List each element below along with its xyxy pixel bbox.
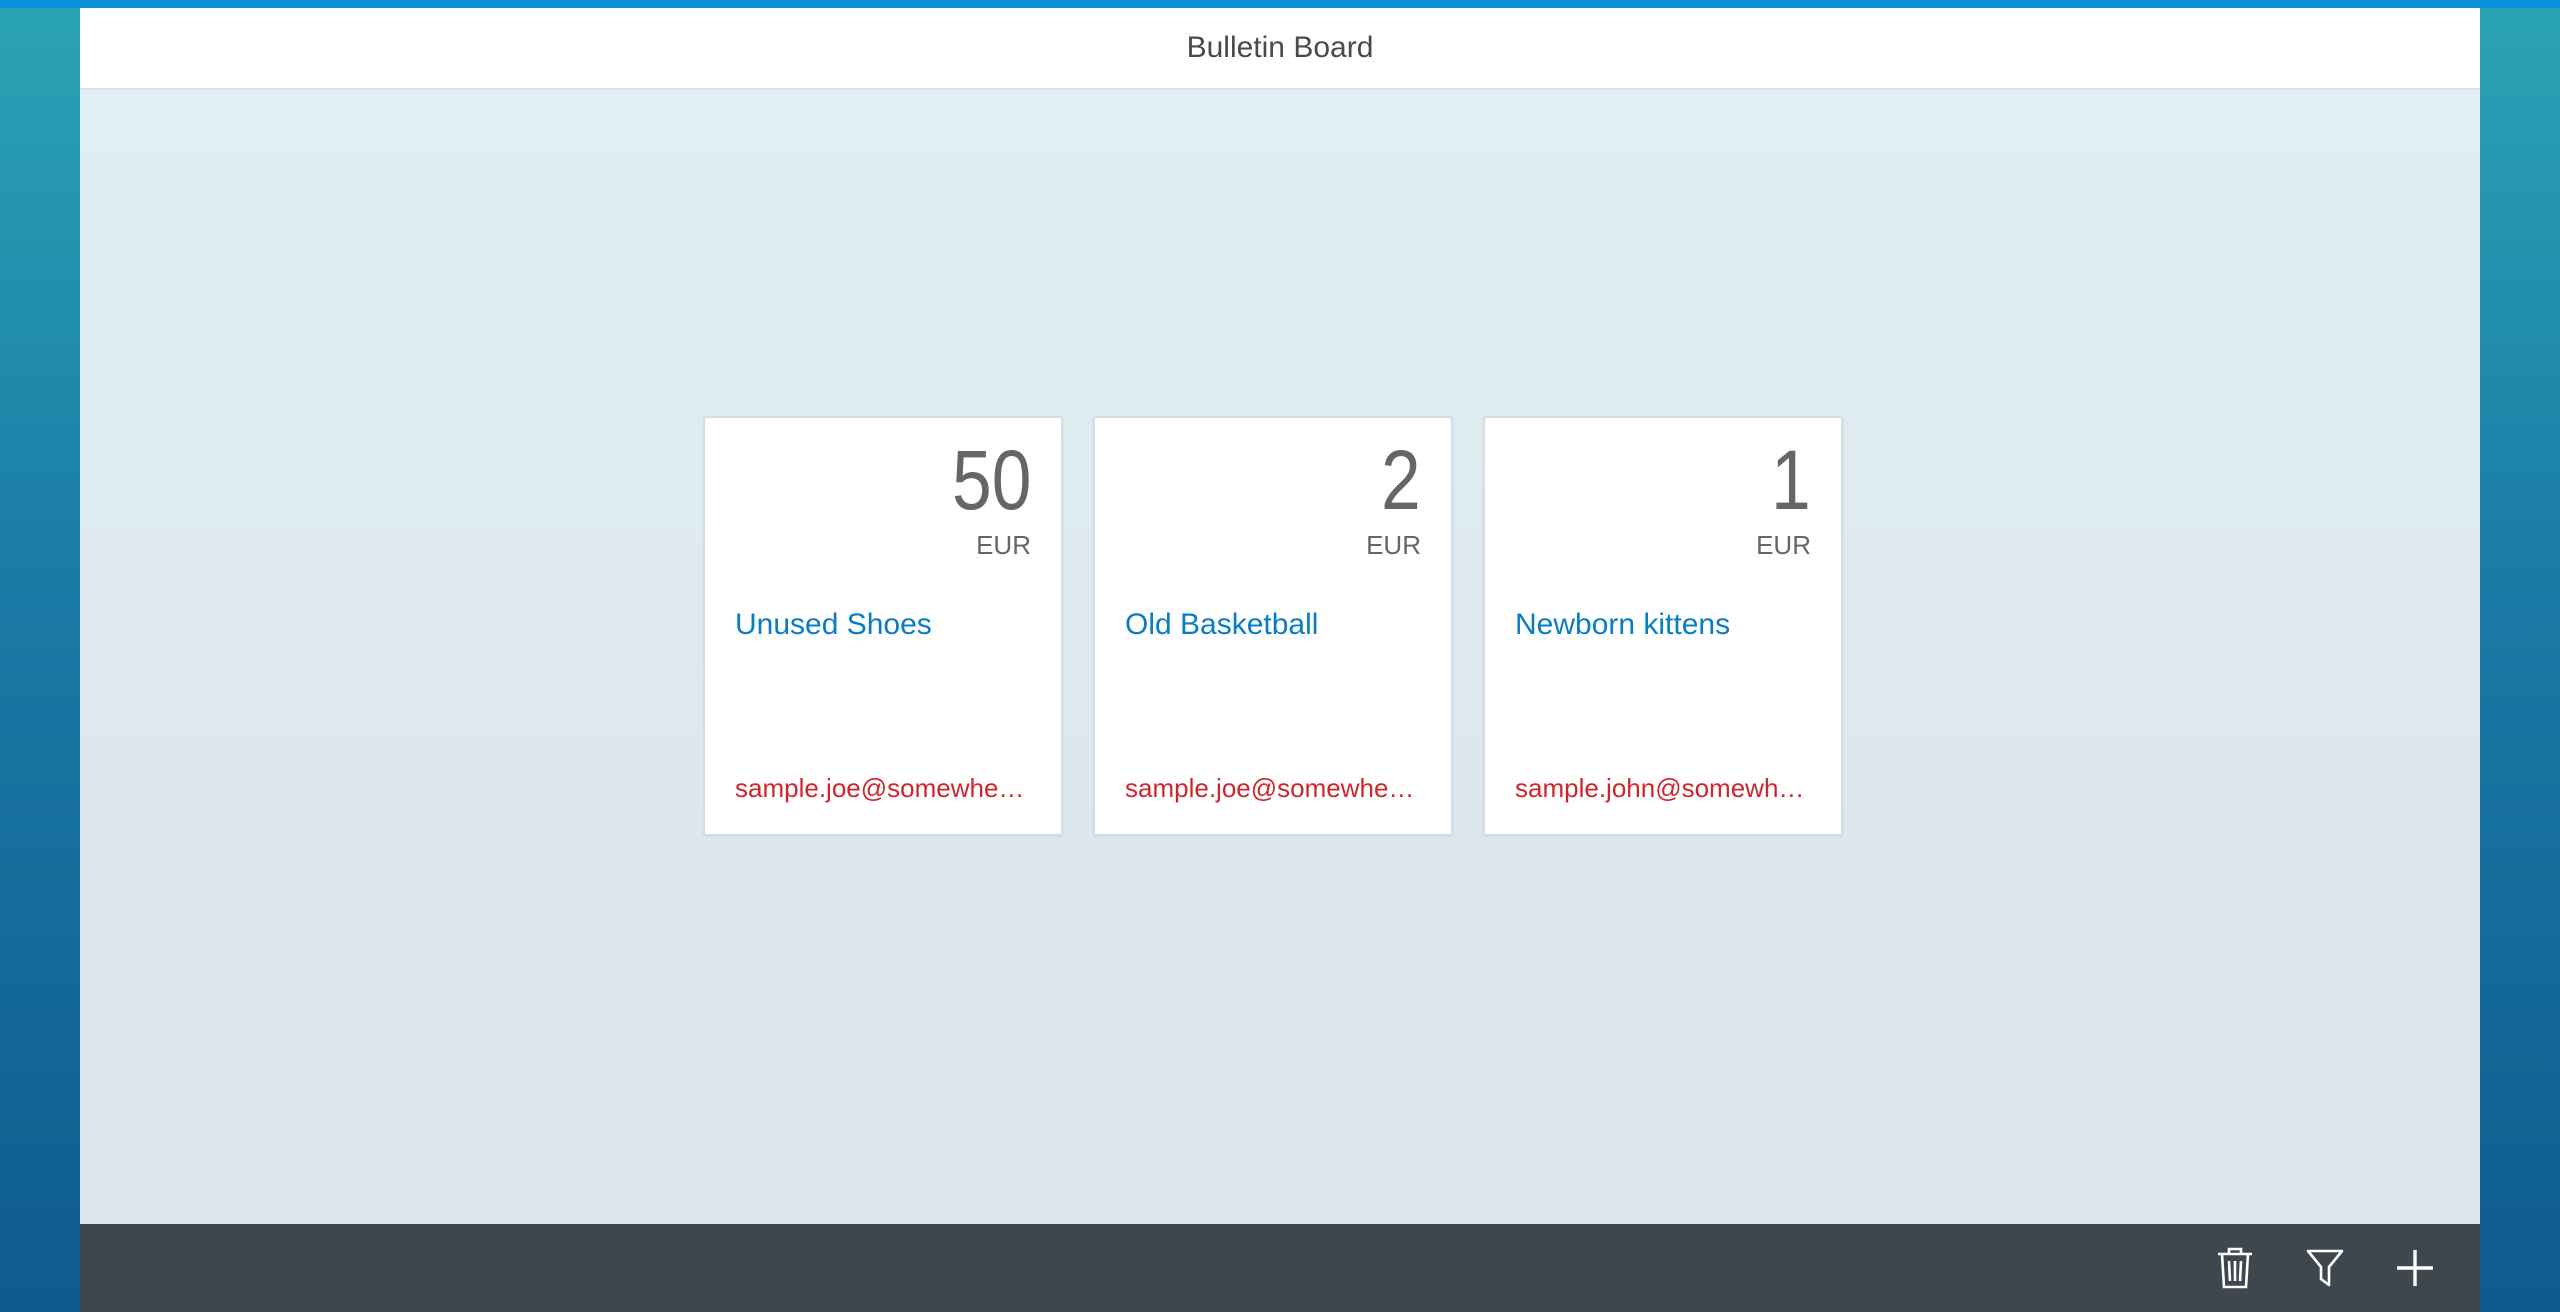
tile-title: Old Basketball	[1125, 608, 1319, 641]
app-shell: Bulletin Board 50 EUR Unused Shoes sampl…	[80, 8, 2480, 1312]
tile-unit: EUR	[1366, 530, 1421, 560]
tile-container: 50 EUR Unused Shoes sample.joe@somewhere…	[703, 416, 1843, 836]
tile-contact: sample.john@somewhere.com	[1515, 773, 1811, 803]
top-accent-bar	[0, 0, 2560, 8]
tile-value: 1	[1771, 433, 1811, 527]
footer-toolbar	[80, 1224, 2480, 1312]
add-icon	[2395, 1248, 2435, 1288]
tile-title: Newborn kittens	[1515, 608, 1731, 641]
add-button[interactable]	[2392, 1245, 2438, 1291]
filter-button[interactable]	[2302, 1245, 2348, 1291]
filter-icon	[2305, 1247, 2345, 1289]
tile-contact: sample.joe@somewhere.com	[735, 773, 1031, 803]
tile-title: Unused Shoes	[735, 608, 932, 641]
tile-unit: EUR	[1756, 530, 1811, 560]
item-tile[interactable]: 50 EUR Unused Shoes sample.joe@somewhere…	[703, 416, 1063, 836]
delete-button[interactable]	[2212, 1245, 2258, 1291]
page-title: Bulletin Board	[1186, 31, 1374, 64]
trash-icon	[2215, 1246, 2255, 1290]
tile-unit: EUR	[976, 530, 1031, 560]
item-tile[interactable]: 2 EUR Old Basketball sample.joe@somewher…	[1093, 416, 1453, 836]
item-tile[interactable]: 1 EUR Newborn kittens sample.john@somewh…	[1483, 416, 1843, 836]
tile-contact: sample.joe@somewhere.com	[1125, 773, 1421, 803]
page-header: Bulletin Board	[80, 8, 2480, 90]
tile-value: 50	[951, 433, 1031, 527]
tile-value: 2	[1381, 433, 1421, 527]
